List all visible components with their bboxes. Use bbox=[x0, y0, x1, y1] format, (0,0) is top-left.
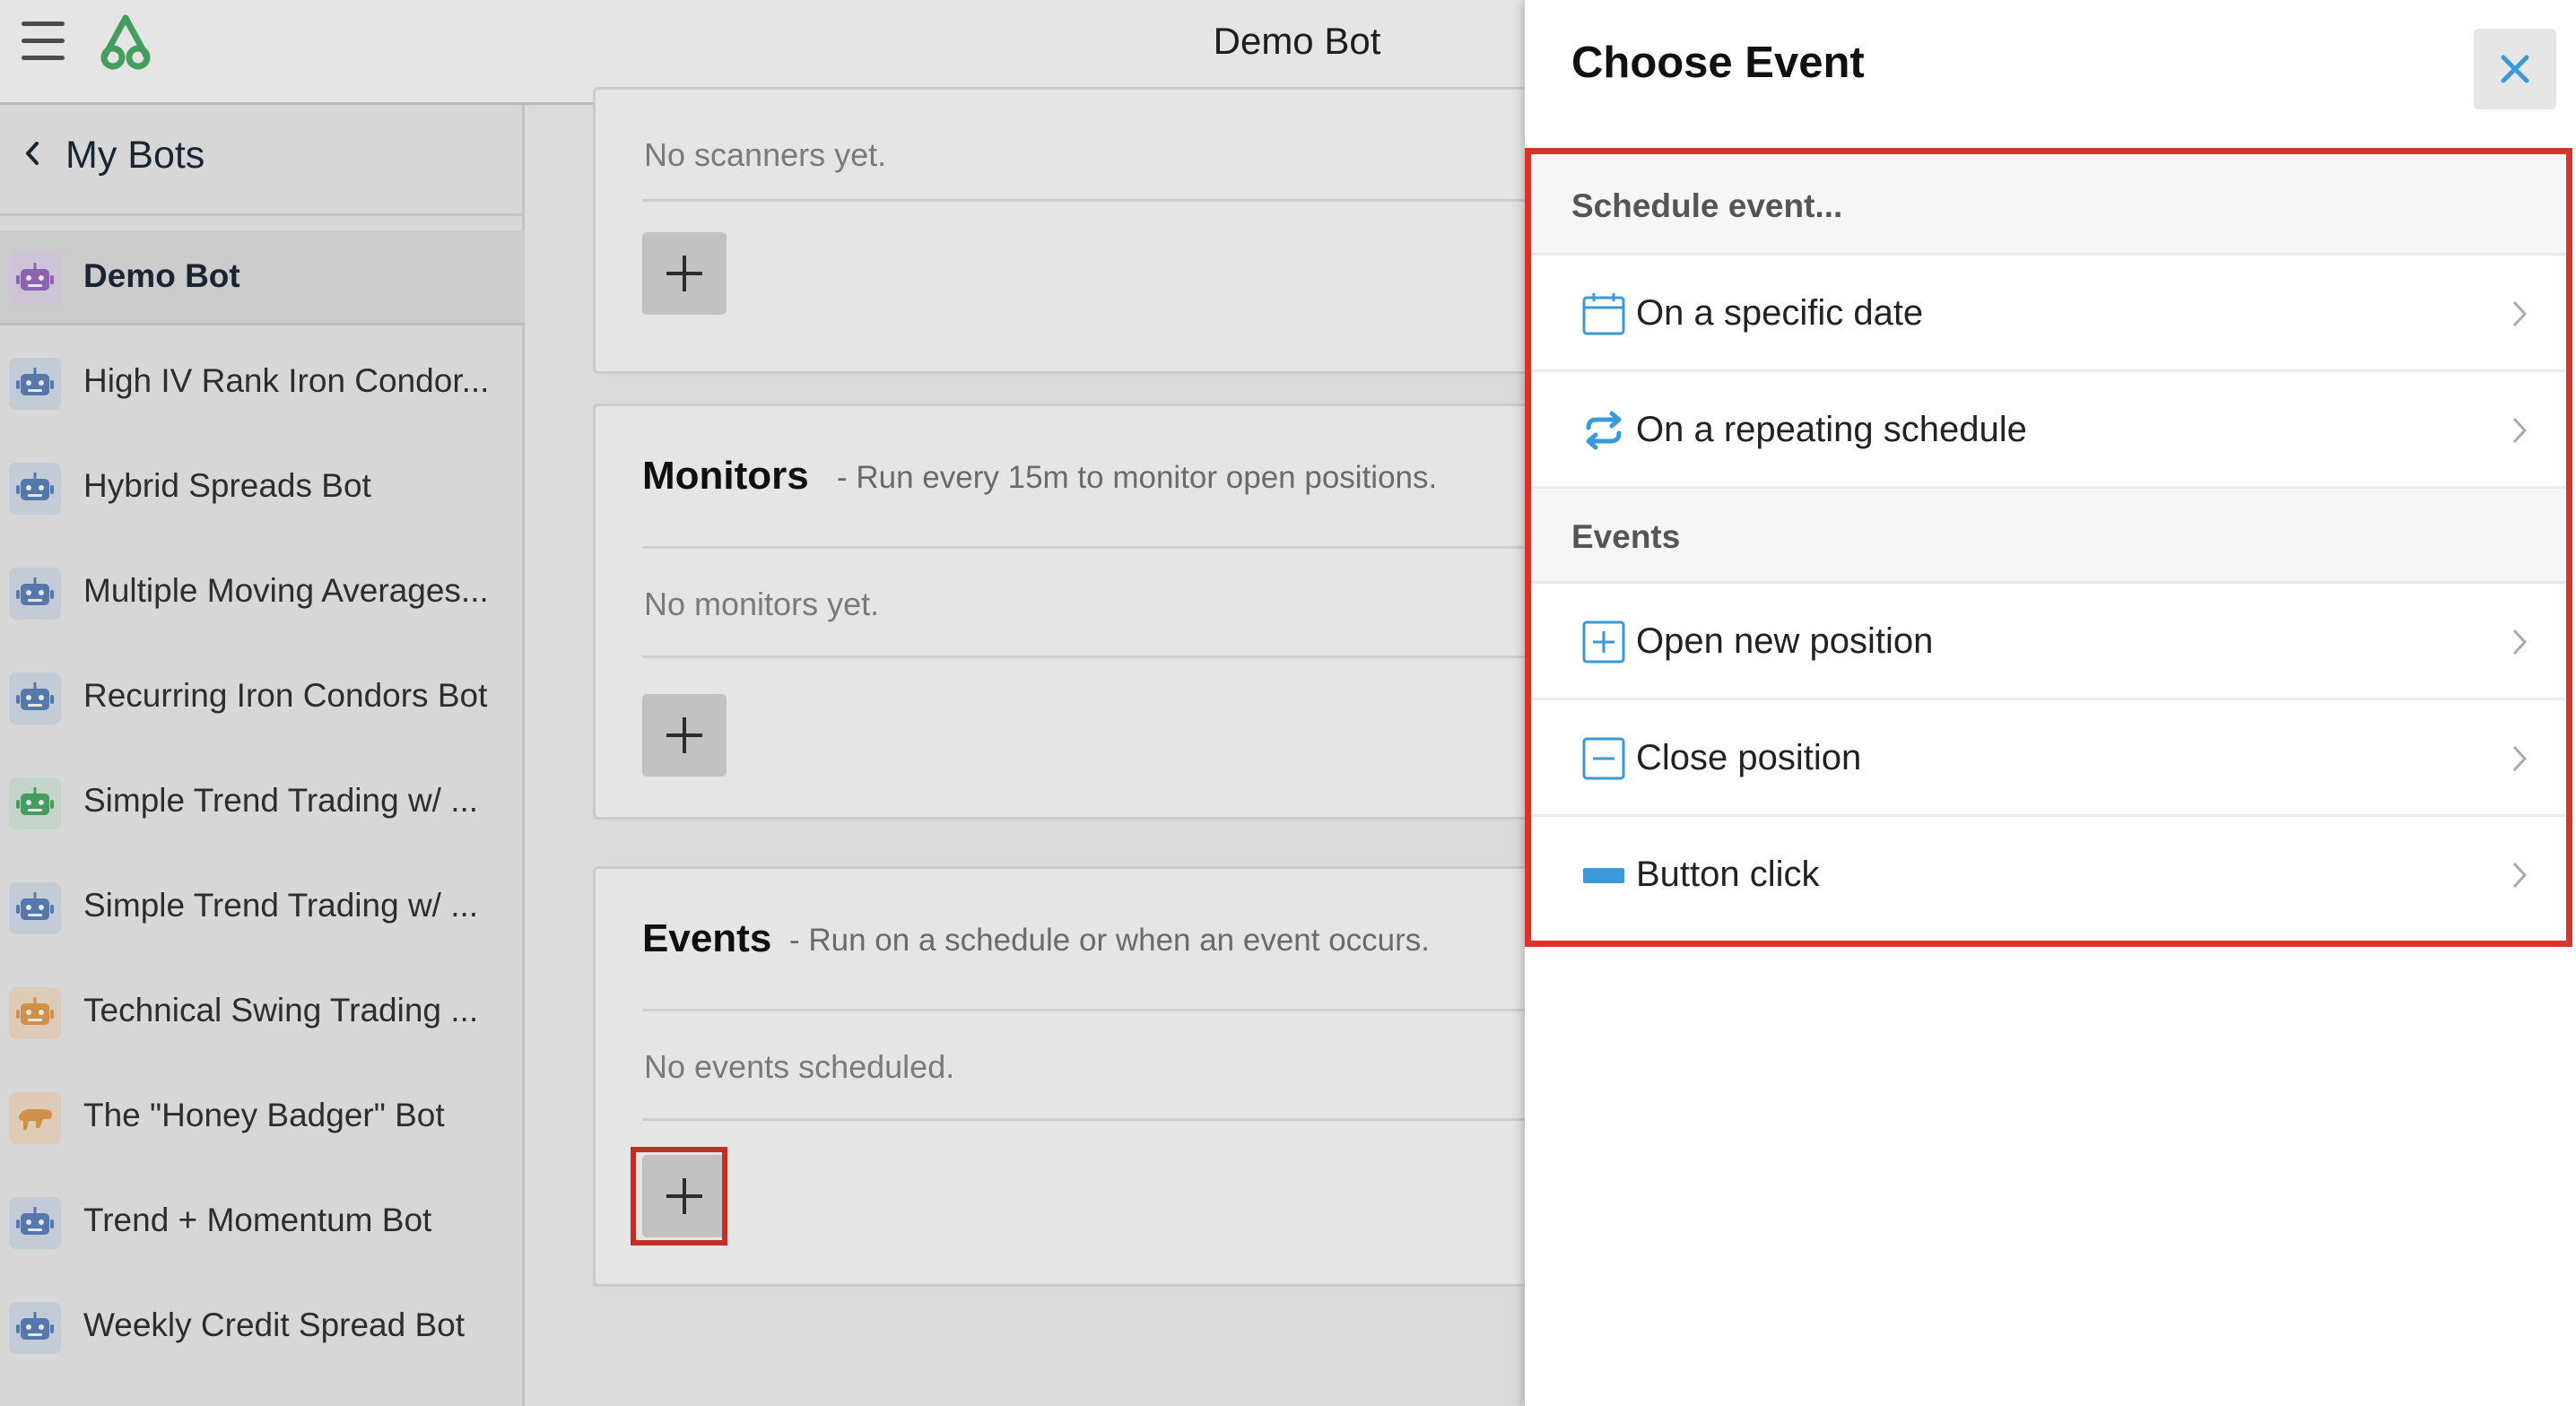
chevron-right-icon bbox=[2512, 417, 2528, 444]
calendar-icon bbox=[1582, 293, 1625, 335]
plus-square-icon bbox=[1582, 621, 1625, 664]
close-button[interactable] bbox=[2474, 29, 2556, 109]
menu-item-button-click[interactable]: Button click bbox=[1531, 817, 2566, 933]
panel-title: Choose Event bbox=[1571, 39, 1865, 87]
chevron-right-icon bbox=[2512, 629, 2528, 655]
menu-item-close-position[interactable]: Close position bbox=[1531, 700, 2566, 817]
menu-item-label: On a repeating schedule bbox=[1636, 410, 2027, 449]
repeat-icon bbox=[1586, 411, 1622, 450]
chevron-right-icon bbox=[2512, 300, 2528, 327]
chevron-right-icon bbox=[2512, 862, 2528, 889]
overlay-dim[interactable] bbox=[0, 0, 1525, 1406]
menu-item-specific-date[interactable]: On a specific date bbox=[1531, 256, 2566, 372]
menu-item-label: Close position bbox=[1636, 738, 1862, 777]
minus-square-icon bbox=[1582, 737, 1625, 780]
chevron-right-icon bbox=[2512, 745, 2528, 772]
button-icon bbox=[1583, 868, 1624, 883]
section-label: Schedule event... bbox=[1571, 187, 1843, 224]
event-options-list: Schedule event... On a specific date On … bbox=[1525, 148, 2572, 947]
menu-item-open-position[interactable]: Open new position bbox=[1531, 584, 2566, 700]
section-label: Events bbox=[1571, 518, 1681, 555]
section-header-schedule: Schedule event... bbox=[1531, 154, 2566, 256]
menu-item-label: On a specific date bbox=[1636, 293, 1924, 333]
menu-item-repeating-schedule[interactable]: On a repeating schedule bbox=[1531, 372, 2566, 489]
choose-event-panel: Choose Event Schedule event... On a spec… bbox=[1525, 0, 2576, 1406]
menu-item-label: Button click bbox=[1636, 855, 1820, 894]
section-header-events: Events bbox=[1531, 489, 2566, 584]
close-icon bbox=[2501, 55, 2529, 83]
menu-item-label: Open new position bbox=[1636, 621, 1934, 661]
